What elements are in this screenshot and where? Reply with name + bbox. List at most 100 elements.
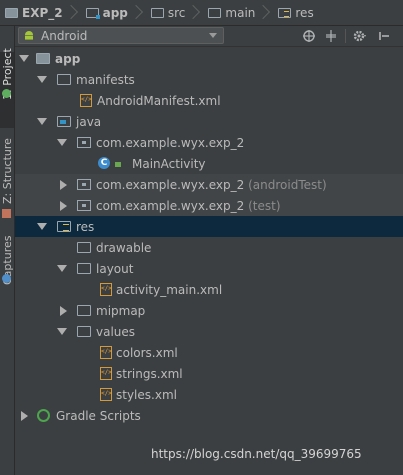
tree-item-label: mipmap — [96, 303, 146, 318]
project-folder-icon — [5, 7, 18, 18]
package-icon — [77, 179, 91, 190]
tool-window-strip: 1: Project Z: Structure Captures — [0, 26, 15, 475]
tree-item-label: com.example.wyx.exp_2 (test) — [96, 199, 281, 213]
folder-icon — [208, 7, 222, 18]
tree-item-strings[interactable]: strings.xml — [15, 363, 403, 384]
class-icon: C — [98, 157, 110, 169]
tree-item-label: strings.xml — [116, 366, 183, 381]
folder-icon — [150, 7, 164, 18]
tree-item-label: styles.xml — [116, 387, 177, 402]
breadcrumb-label: src — [167, 5, 186, 20]
expand-arrow-icon[interactable] — [57, 265, 67, 272]
folder-icon — [77, 242, 91, 253]
tree-item-gradle-scripts[interactable]: Gradle Scripts — [15, 405, 403, 426]
tree-item-layout[interactable]: layout — [15, 258, 403, 279]
package-name: com.example.wyx.exp_2 — [96, 177, 245, 192]
breadcrumb-main[interactable]: main — [203, 0, 273, 25]
res-folder-icon — [57, 221, 71, 232]
project-view-header: Android — [15, 26, 403, 47]
tree-item-label: values — [96, 324, 136, 339]
tree-item-label: res — [76, 219, 95, 234]
chevron-down-icon — [209, 33, 217, 38]
folder-icon — [77, 263, 91, 274]
expand-arrow-icon[interactable] — [37, 76, 47, 83]
source-set-suffix: (test) — [248, 198, 281, 213]
tree-item-values[interactable]: values — [15, 321, 403, 342]
android-icon — [25, 31, 33, 40]
tree-item-label: MainActivity — [132, 156, 206, 171]
tree-item-package-androidtest[interactable]: com.example.wyx.exp_2 (androidTest) — [15, 174, 403, 195]
expand-arrow-icon[interactable] — [57, 328, 67, 335]
collapse-arrow-icon[interactable] — [21, 410, 28, 421]
breadcrumb-label: main — [225, 5, 256, 20]
android-tab-icon — [2, 89, 11, 98]
tree-item-package-main[interactable]: com.example.wyx.exp_2 — [15, 132, 403, 153]
tree-item-colors[interactable]: colors.xml — [15, 342, 403, 363]
module-folder-icon — [85, 7, 100, 19]
package-icon — [77, 200, 91, 211]
folder-icon — [77, 326, 91, 337]
tree-item-mainactivity[interactable]: C MainActivity — [15, 153, 403, 174]
module-folder-icon — [36, 53, 50, 64]
expand-arrow-icon[interactable] — [37, 118, 47, 125]
breadcrumb-separator — [261, 0, 269, 25]
breadcrumb-app[interactable]: app — [81, 0, 146, 25]
folder-icon — [77, 305, 91, 316]
toolbar-divider — [345, 29, 346, 43]
xml-file-icon — [100, 367, 112, 380]
expand-arrow-icon[interactable] — [57, 139, 67, 146]
folder-icon — [57, 74, 71, 85]
package-name: com.example.wyx.exp_2 — [96, 198, 245, 213]
lock-icon — [115, 162, 121, 167]
tree-item-res[interactable]: res — [15, 216, 403, 237]
breadcrumb-label: res — [295, 5, 314, 20]
tree-item-label: manifests — [76, 72, 135, 87]
structure-icon — [2, 209, 11, 218]
scroll-from-source-icon[interactable] — [302, 29, 316, 43]
watermark-text: https://blog.csdn.net/qq_39699765 — [151, 447, 362, 461]
project-tree: app manifests AndroidManifest.xml java c… — [15, 47, 403, 475]
gear-icon[interactable] — [353, 29, 367, 43]
xml-file-icon — [100, 283, 112, 296]
collapse-arrow-icon[interactable] — [60, 179, 67, 190]
expand-arrow-icon[interactable] — [19, 55, 29, 62]
gradle-icon — [37, 409, 50, 422]
tree-item-activity-main[interactable]: activity_main.xml — [15, 279, 403, 300]
tree-item-java[interactable]: java — [15, 111, 403, 132]
collapse-arrow-icon[interactable] — [60, 305, 67, 316]
breadcrumb: EXP_2 app src main res — [0, 0, 403, 26]
expand-arrow-icon[interactable] — [37, 223, 47, 230]
breadcrumb-exp2[interactable]: EXP_2 — [0, 0, 81, 25]
tree-item-label: AndroidManifest.xml — [97, 93, 221, 108]
tree-item-label: com.example.wyx.exp_2 (androidTest) — [96, 178, 327, 192]
collapse-arrow-icon[interactable] — [60, 200, 67, 211]
xml-file-icon — [80, 94, 92, 107]
tree-item-label: app — [55, 51, 81, 66]
tree-item-mipmap[interactable]: mipmap — [15, 300, 403, 321]
xml-file-icon — [100, 346, 112, 359]
tree-item-manifests[interactable]: manifests — [15, 69, 403, 90]
xml-file-icon — [100, 388, 112, 401]
breadcrumb-res[interactable]: res — [273, 0, 317, 25]
breadcrumb-separator — [134, 0, 142, 25]
tree-item-package-test[interactable]: com.example.wyx.exp_2 (test) — [15, 195, 403, 216]
tree-item-styles[interactable]: styles.xml — [15, 384, 403, 405]
tree-item-label: com.example.wyx.exp_2 — [96, 135, 245, 150]
breadcrumb-src[interactable]: src — [146, 0, 204, 25]
tab-structure[interactable]: Z: Structure — [1, 138, 14, 204]
collapse-all-icon[interactable] — [324, 29, 338, 43]
tab-structure-label: Z: Structure — [1, 138, 14, 204]
tree-item-label: java — [76, 114, 102, 129]
hide-panel-icon[interactable] — [377, 29, 391, 43]
breadcrumb-label: EXP_2 — [22, 5, 63, 20]
tree-item-drawable[interactable]: drawable — [15, 237, 403, 258]
res-folder-icon — [278, 7, 292, 18]
java-folder-icon — [57, 116, 71, 127]
view-selector-dropdown[interactable]: Android — [18, 27, 224, 44]
package-icon — [77, 137, 91, 148]
tree-item-label: Gradle Scripts — [56, 408, 141, 423]
tree-item-label: drawable — [96, 240, 152, 255]
tree-item-label: activity_main.xml — [116, 282, 223, 297]
tree-item-androidmanifest[interactable]: AndroidManifest.xml — [15, 90, 403, 111]
tree-item-app[interactable]: app — [15, 48, 403, 69]
